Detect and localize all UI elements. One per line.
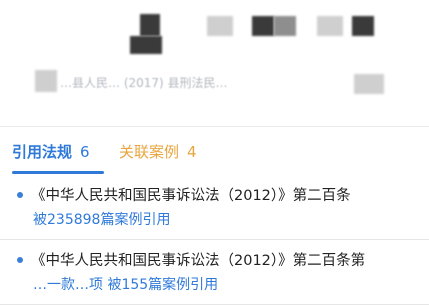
active-tab-indicator — [12, 171, 104, 174]
redacted-block — [35, 70, 57, 92]
redacted-block — [140, 14, 160, 36]
redacted-block — [207, 16, 233, 36]
redacted-block — [354, 74, 384, 94]
tab-cited-laws[interactable]: 引用法规 6 — [12, 141, 104, 174]
law-title: 《中华人民共和国民事诉讼法（2012）》第二百条第 — [31, 253, 366, 269]
redacted-block — [252, 16, 274, 36]
redacted-block — [274, 16, 296, 36]
tab-bar: 引用法规 6 关联案例 4 — [0, 126, 429, 176]
tab-label: 引用法规 — [12, 143, 73, 161]
citation-count-link[interactable]: …一款…项 被155篇案例引用 — [33, 274, 218, 294]
law-title: 《中华人民共和国民事诉讼法（2012）》第二百条 — [31, 188, 351, 204]
cited-law-list: 《中华人民共和国民事诉讼法（2012）》第二百条 被235898篇案例引用 《中… — [0, 175, 429, 305]
case-header: …县人民… (2017) 县刑法民… — [0, 0, 429, 122]
bullet-icon — [17, 192, 23, 198]
tab-count: 6 — [80, 143, 90, 161]
citation-count-link[interactable]: 被235898篇案例引用 — [33, 209, 170, 229]
list-item[interactable]: 《中华人民共和国民事诉讼法（2012）》第二百条第 …一款…项 被155篇案例引… — [0, 240, 429, 305]
redacted-block — [317, 16, 343, 36]
redacted-block — [352, 16, 374, 36]
tab-label: 关联案例 — [119, 143, 180, 161]
redacted-block — [130, 36, 162, 54]
tab-count: 4 — [187, 143, 197, 161]
tab-related-cases[interactable]: 关联案例 4 — [119, 141, 197, 162]
case-number-line: …县人民… (2017) 县刑法民… — [60, 76, 228, 90]
list-item[interactable]: 《中华人民共和国民事诉讼法（2012）》第二百条 被235898篇案例引用 — [0, 175, 429, 240]
bullet-icon — [17, 257, 23, 263]
